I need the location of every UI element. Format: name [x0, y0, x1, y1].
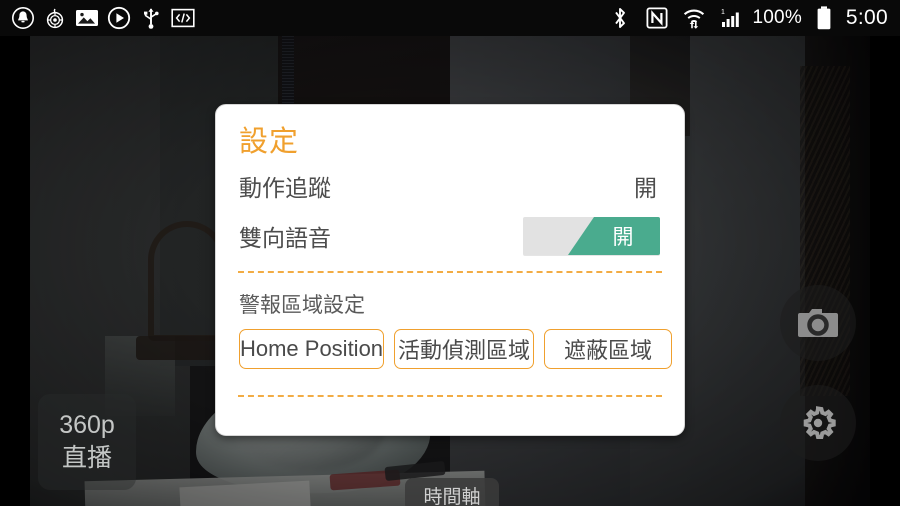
- battery-percent-label: 100%: [752, 7, 802, 28]
- bell-circle-icon: [8, 3, 38, 33]
- toggle-on-section: 開: [568, 217, 660, 255]
- stream-mode-label: 直播: [61, 444, 112, 472]
- cellular-signal-icon: 1: [716, 3, 746, 33]
- home-position-button-label: Home Position: [239, 336, 384, 361]
- row-two-way-audio-label: 雙向語音: [239, 225, 331, 251]
- gear-icon: [797, 402, 839, 444]
- play-circle-icon: [104, 3, 134, 33]
- row-two-way-audio[interactable]: 雙向語音 開: [234, 215, 666, 257]
- nfc-icon: [642, 3, 672, 33]
- bluetooth-icon: [605, 3, 635, 33]
- snapshot-button[interactable]: [780, 285, 856, 361]
- usb-icon: [136, 3, 166, 33]
- home-position-button[interactable]: Home Position: [239, 329, 384, 369]
- camera-icon: [796, 305, 840, 341]
- row-motion-tracking-label: 動作追蹤: [239, 175, 331, 201]
- quality-label: 360p: [59, 410, 115, 439]
- status-bar-system-icons: 1 100% 5:00: [605, 3, 900, 33]
- code-developer-icon: [168, 3, 198, 33]
- settings-dialog: 設定 動作追蹤 開 雙向語音 開 警報區域設定 Home Position 活動…: [215, 104, 685, 436]
- divider-bottom: [238, 395, 662, 397]
- stream-quality-badge[interactable]: 360p 直播: [38, 394, 136, 490]
- timeline-button[interactable]: 時間軸: [405, 478, 499, 506]
- mask-zone-button-label: 遮蔽區域: [563, 338, 652, 363]
- timeline-button-label: 時間軸: [423, 486, 481, 506]
- status-bar-notifications: [0, 3, 198, 33]
- alarm-zone-button-row: Home Position 活動偵測區域 遮蔽區域: [234, 319, 672, 369]
- divider-top: [238, 271, 662, 273]
- settings-button[interactable]: [780, 385, 856, 461]
- two-way-audio-toggle[interactable]: 開: [523, 217, 660, 255]
- motion-detection-zone-button[interactable]: 活動偵測區域: [394, 329, 534, 369]
- svg-text:1: 1: [721, 9, 725, 16]
- clock-label: 5:00: [845, 6, 888, 29]
- motion-detection-zone-button-label: 活動偵測區域: [398, 338, 531, 363]
- toggle-state-label: 開: [612, 226, 634, 249]
- status-bar: 1 100% 5:00: [0, 0, 900, 36]
- dialog-title: 設定: [239, 126, 300, 158]
- mask-zone-button[interactable]: 遮蔽區域: [544, 329, 672, 369]
- row-motion-tracking[interactable]: 動作追蹤 開: [234, 165, 666, 207]
- battery-icon: [809, 3, 839, 33]
- photo-image-icon: [72, 3, 102, 33]
- alarm-zone-section-label: 警報區域設定: [239, 294, 365, 317]
- spiral-swirl-icon: [40, 3, 70, 33]
- row-motion-tracking-value: 開: [634, 175, 657, 201]
- wifi-icon: [679, 3, 709, 33]
